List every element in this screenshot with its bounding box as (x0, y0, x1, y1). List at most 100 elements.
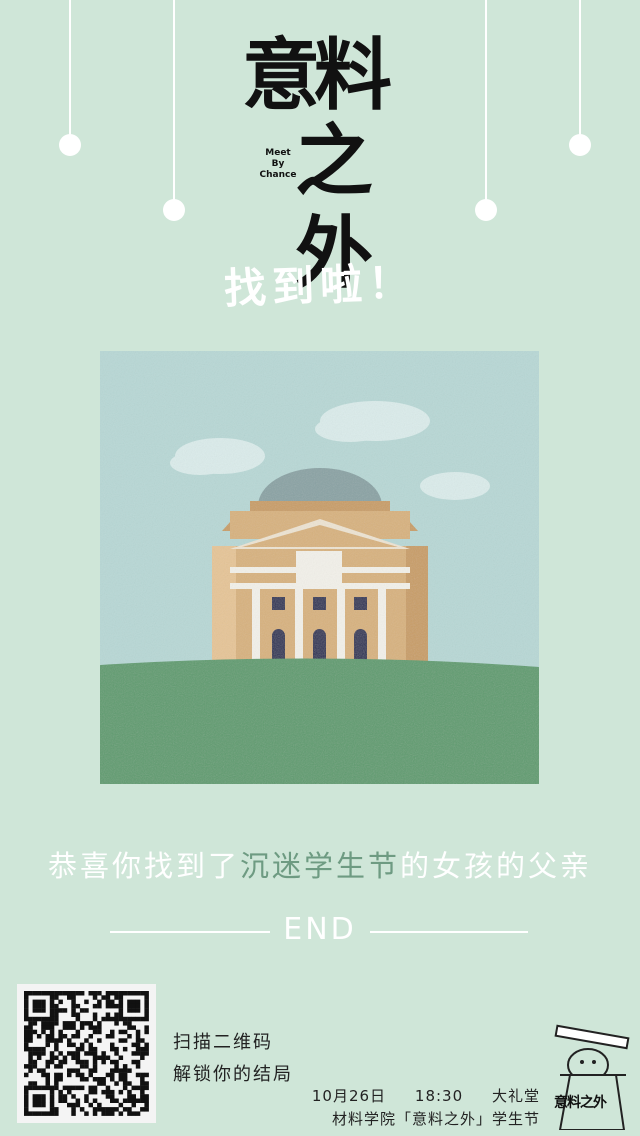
qr-module (28, 1016, 33, 1022)
qr-module (28, 1046, 33, 1052)
qr-module (118, 1068, 124, 1073)
qr-module (79, 1077, 85, 1082)
qr-module (49, 1012, 55, 1017)
qr-module (45, 1016, 50, 1022)
qr-module (28, 1029, 33, 1035)
qr-module (92, 1098, 98, 1103)
qr-module (110, 991, 115, 996)
qr-module (101, 1055, 106, 1060)
qr-module (24, 1072, 29, 1078)
qr-module (45, 1059, 50, 1065)
qr-module (114, 1107, 119, 1112)
qr-module (101, 1016, 106, 1022)
qr-module (24, 995, 29, 1000)
qr-module (54, 1111, 59, 1116)
qr-module (110, 1042, 115, 1048)
qr-module (144, 1029, 149, 1035)
qr-module (75, 1046, 81, 1052)
message-suffix: 的女孩的父亲 (400, 849, 593, 883)
qr-module (88, 1021, 93, 1026)
qr-module (118, 991, 124, 996)
qr-module (127, 1107, 132, 1112)
qr-module (41, 1046, 46, 1052)
qr-module (32, 1064, 38, 1069)
qr-module (24, 1008, 29, 1013)
qr-module (32, 1021, 38, 1026)
qr-module (58, 991, 63, 996)
qr-module (140, 1089, 145, 1095)
qr-code[interactable] (17, 984, 156, 1123)
qr-module (131, 1016, 136, 1022)
qr-module (36, 1055, 42, 1060)
qr-module (84, 1077, 89, 1082)
grass (100, 658, 539, 784)
qr-module (58, 1051, 63, 1056)
qr-module (88, 1068, 93, 1073)
qr-module (114, 1003, 119, 1009)
qr-module (58, 1077, 63, 1082)
end-label: END (283, 912, 357, 947)
qr-module (88, 1046, 93, 1052)
qr-module (71, 1094, 76, 1099)
qr-module (122, 1068, 128, 1073)
qr-module (62, 1008, 68, 1013)
hanging-dot-2 (163, 199, 185, 221)
qr-module (92, 1089, 98, 1095)
mascot-box: 意料之外 (550, 1020, 634, 1131)
qr-module (84, 1098, 89, 1103)
qr-module (71, 1051, 76, 1056)
qr-module (71, 1042, 76, 1048)
qr-module (140, 1051, 145, 1056)
qr-module (24, 1094, 29, 1099)
qr-module (54, 995, 59, 1000)
qr-module (45, 1072, 50, 1078)
qr-module (71, 1085, 76, 1091)
qr-module (45, 1064, 50, 1069)
qr-module (58, 1094, 63, 1099)
qr-module (131, 1025, 136, 1030)
qr-module (118, 1012, 124, 1017)
qr-module (88, 1089, 93, 1095)
qr-module (131, 1098, 136, 1103)
qr-module (36, 1102, 42, 1108)
qr-module (118, 1111, 124, 1116)
qr-module (105, 1003, 111, 1009)
qr-module (45, 1025, 50, 1030)
qr-module (92, 1051, 98, 1056)
qr-module (122, 991, 128, 996)
qr-module (135, 1042, 141, 1048)
qr-module (24, 1102, 29, 1108)
qr-module (75, 1055, 81, 1060)
qr-module (49, 1111, 55, 1116)
qr-module (71, 1102, 76, 1108)
qr-module (54, 1003, 59, 1009)
qr-module (101, 1107, 106, 1112)
qr-module (88, 1025, 93, 1030)
qr-module (79, 1107, 85, 1112)
qr-module (131, 1102, 136, 1108)
qr-module (114, 1098, 119, 1103)
qr-module (92, 1085, 98, 1091)
qr-module (24, 1038, 29, 1043)
qr-module (58, 1029, 63, 1035)
qr-module (140, 1077, 145, 1082)
qr-module (92, 1077, 98, 1082)
qr-module (24, 1012, 29, 1017)
qr-module (62, 1098, 68, 1103)
qr-module (110, 1046, 115, 1052)
qr-module (54, 1064, 59, 1069)
qr-module (71, 995, 76, 1000)
qr-module (36, 1051, 42, 1056)
qr-module (118, 1102, 124, 1108)
mascot-illustration (554, 1024, 630, 1131)
qr-module (49, 1085, 55, 1091)
qr-module (97, 1025, 102, 1030)
qr-module (54, 1008, 59, 1013)
qr-module (75, 1085, 81, 1091)
qr-module (114, 1051, 119, 1056)
mascot-label: 意料之外 (554, 1095, 607, 1111)
qr-module (24, 1046, 29, 1052)
qr-module (144, 1098, 149, 1103)
qr-module (92, 1029, 98, 1035)
logo-english-line2: By (271, 159, 285, 169)
